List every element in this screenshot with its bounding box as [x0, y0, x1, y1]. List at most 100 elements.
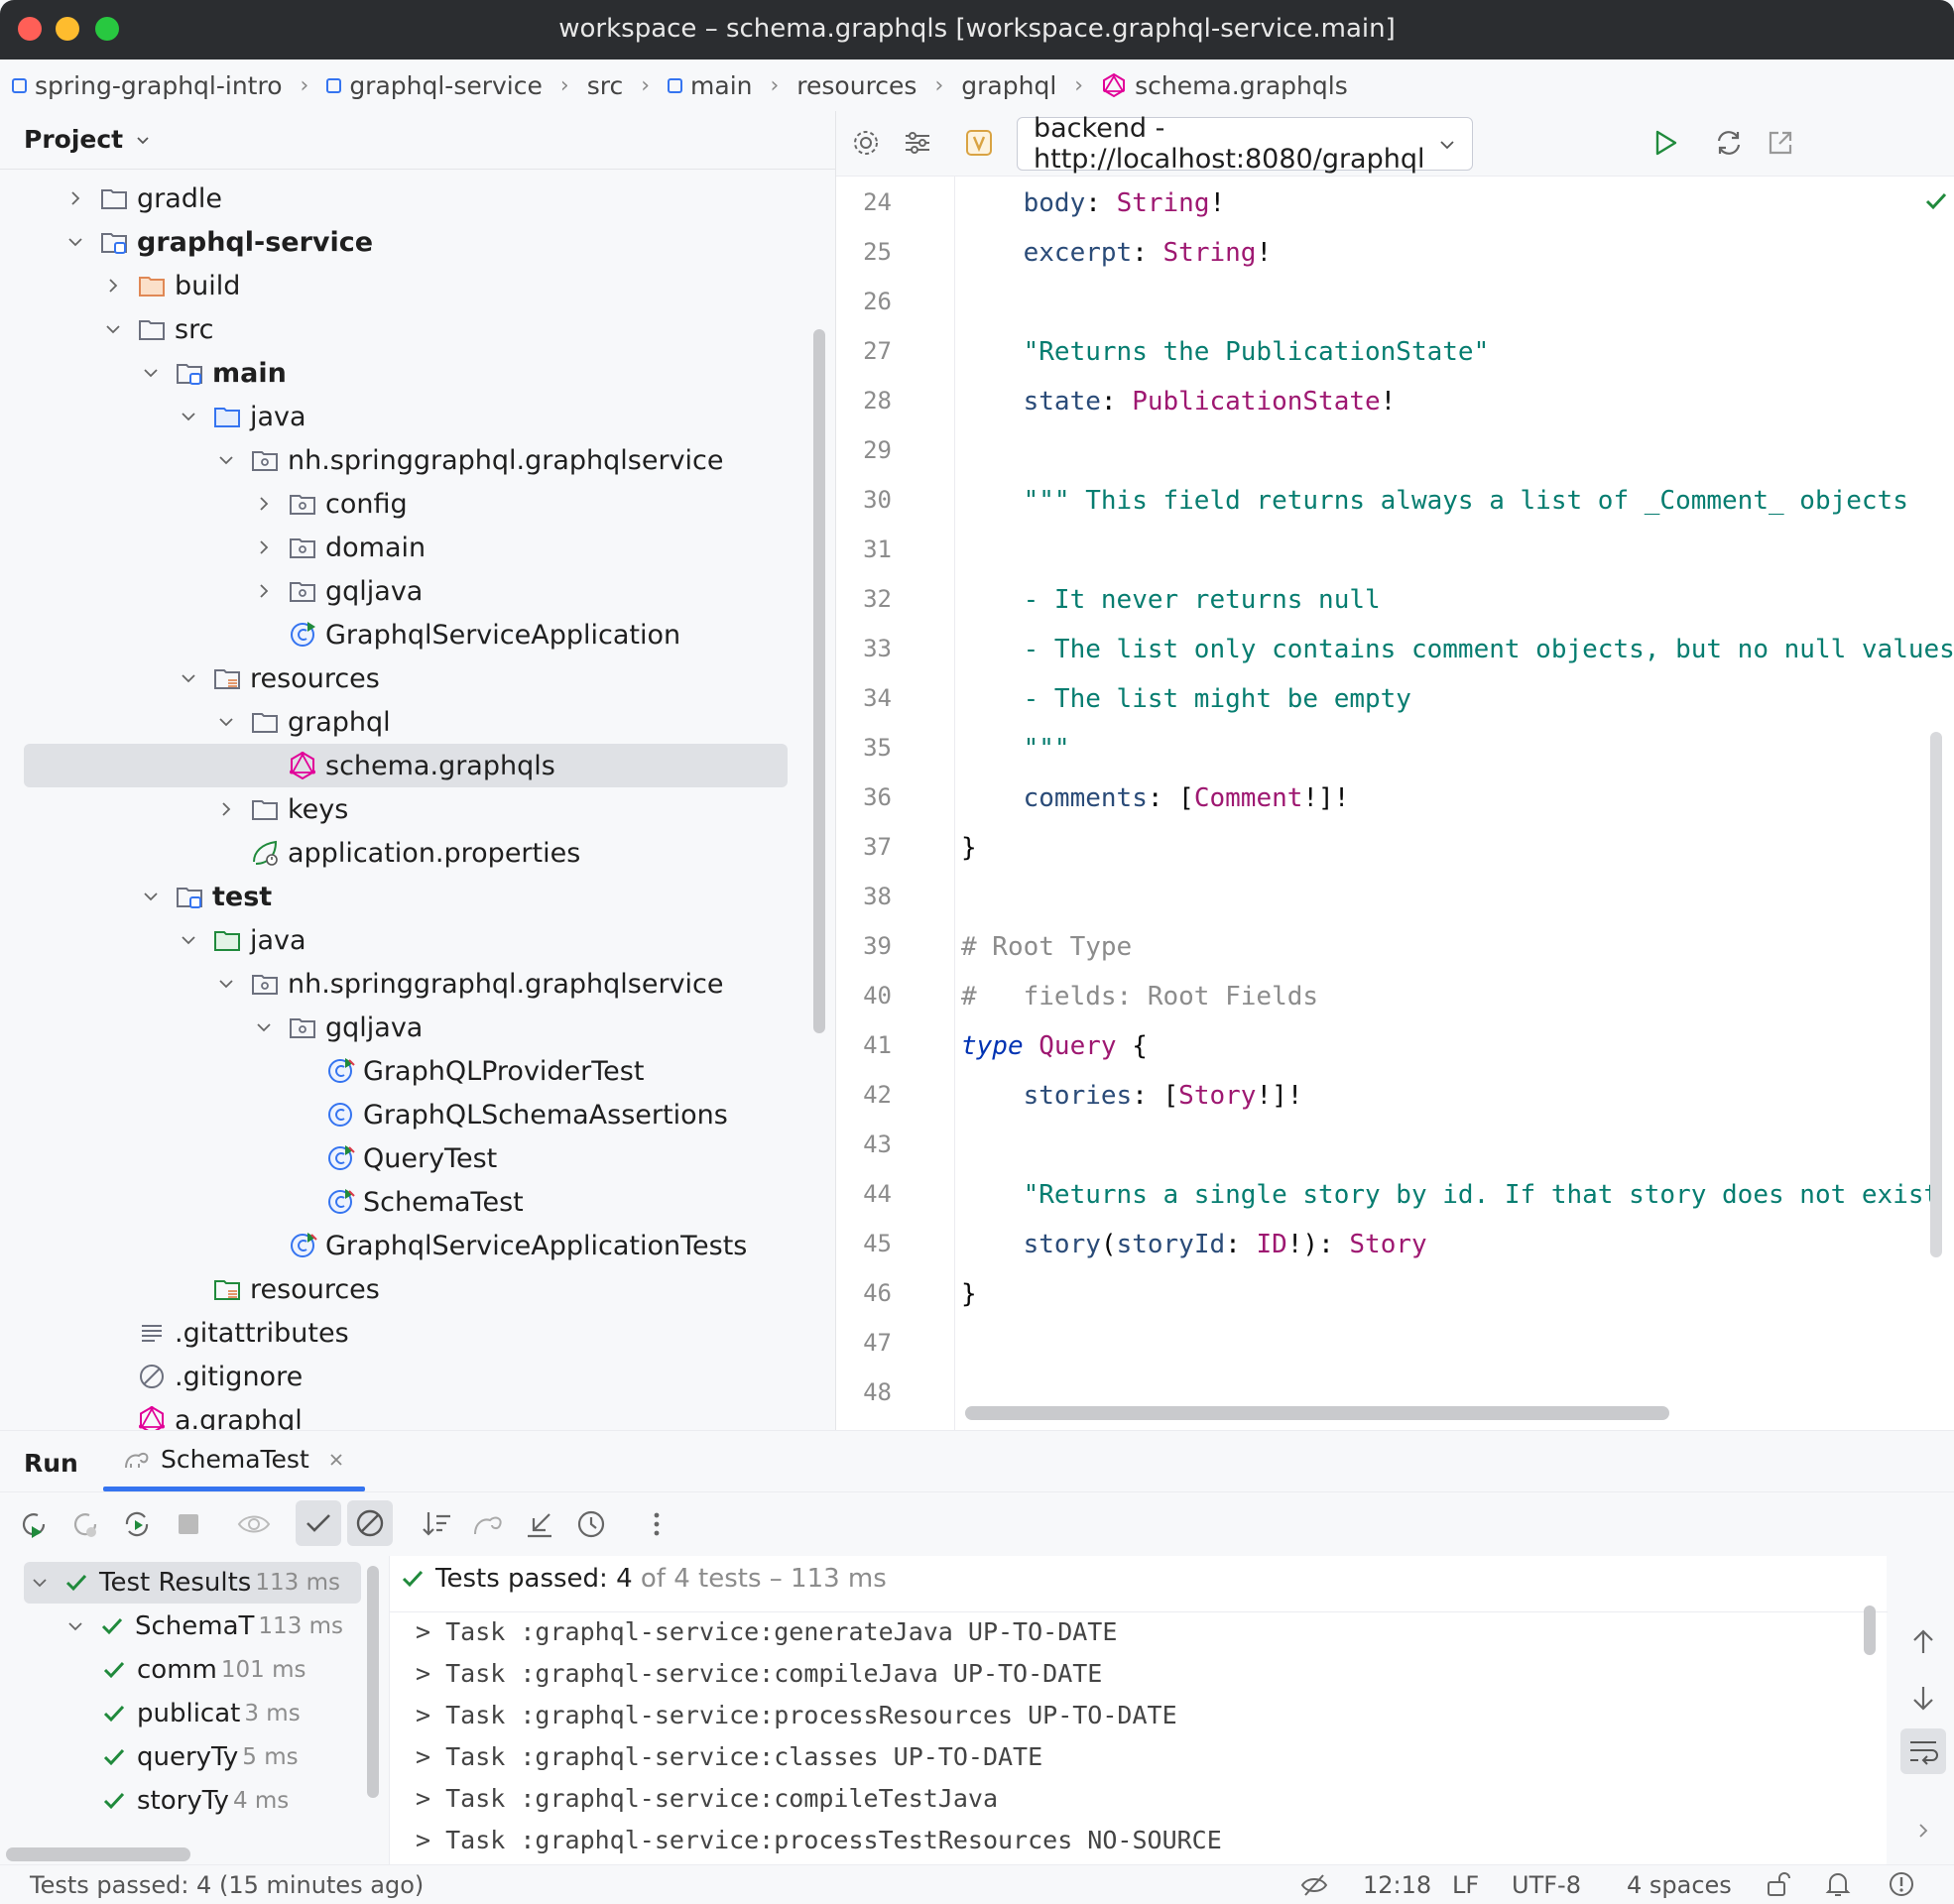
run-query-icon[interactable] — [1649, 127, 1681, 159]
tree-item-main[interactable]: main — [0, 351, 287, 395]
chevron-down-icon[interactable] — [216, 712, 236, 732]
breadcrumb-item[interactable]: main — [668, 71, 752, 100]
status-message[interactable]: Tests passed: 4 (15 minutes ago) — [30, 1871, 424, 1899]
project-view-selector[interactable]: Project — [24, 125, 151, 154]
editor-vertical-scrollbar[interactable] — [1930, 732, 1942, 1257]
tree-item-gitattributes[interactable]: .gitattributes — [0, 1311, 349, 1355]
test-result-test-results[interactable]: Test Results 113 ms — [24, 1562, 361, 1604]
chevron-right-icon[interactable] — [254, 494, 274, 514]
chevron-down-icon[interactable] — [216, 450, 236, 470]
test-result-publicat[interactable]: publicat 3 ms — [24, 1693, 361, 1734]
test-result-queryty[interactable]: queryTy 5 ms — [24, 1736, 361, 1778]
tree-item-graphql[interactable]: graphql — [0, 700, 391, 744]
chevron-right-icon[interactable] — [103, 276, 123, 296]
tree-item-resources[interactable]: resources — [0, 1267, 380, 1311]
endpoint-select[interactable]: backend - http://localhost:8080/graphql — [1017, 113, 1473, 175]
tree-item-gqljava[interactable]: gqljava — [0, 1006, 423, 1049]
tab-schematest[interactable]: SchemaTest — [123, 1445, 345, 1474]
console-output[interactable]: Tests passed: 4 of 4 tests – 113 ms > Ta… — [389, 1556, 1888, 1865]
history-icon[interactable] — [573, 1506, 609, 1542]
results-horizontal-scrollbar[interactable] — [6, 1847, 190, 1861]
file-encoding[interactable]: UTF-8 — [1512, 1871, 1581, 1899]
chevron-down-icon[interactable] — [65, 1616, 85, 1636]
sort-icon[interactable] — [419, 1506, 454, 1542]
scroll-up-arrow-icon[interactable] — [1906, 1625, 1940, 1659]
editor-horizontal-scrollbar[interactable] — [965, 1406, 1669, 1420]
chevron-down-icon[interactable] — [65, 232, 85, 252]
tree-item-gitignore[interactable]: .gitignore — [0, 1355, 303, 1398]
more-options-icon[interactable] — [639, 1506, 674, 1542]
hidden-eye-icon[interactable] — [1299, 1870, 1329, 1900]
chevron-down-icon[interactable] — [216, 974, 236, 994]
chevron-right-icon[interactable] — [216, 799, 236, 819]
chevron-down-icon[interactable] — [254, 1017, 274, 1037]
gear-icon[interactable] — [850, 127, 882, 159]
indent-setting[interactable]: 4 spaces — [1627, 1871, 1732, 1899]
breadcrumb-item[interactable]: graphql — [961, 71, 1056, 100]
tree-item-domain[interactable]: domain — [0, 526, 426, 569]
show-ignored-toggle[interactable] — [347, 1500, 393, 1546]
test-result-schemat[interactable]: SchemaT 113 ms — [24, 1606, 361, 1647]
tree-item-nh-springgraphql-graphqlservice[interactable]: nh.springgraphql.graphqlservice — [0, 438, 724, 482]
tree-item-graphql-service[interactable]: graphql-service — [0, 220, 373, 264]
breadcrumb-item[interactable]: graphql-service — [326, 71, 543, 100]
chevron-down-icon[interactable] — [141, 363, 161, 383]
results-vertical-scrollbar[interactable] — [367, 1566, 379, 1798]
show-passed-toggle[interactable] — [296, 1500, 341, 1546]
breadcrumb-item[interactable]: schema.graphqls — [1101, 71, 1348, 100]
eye-icon[interactable] — [236, 1506, 272, 1542]
tree-item-graphqlprovidertest[interactable]: GraphQLProviderTest — [0, 1049, 644, 1093]
cursor-position[interactable]: 12:18 — [1363, 1871, 1431, 1899]
tree-item-resources[interactable]: resources — [0, 656, 380, 700]
problems-icon[interactable] — [1887, 1869, 1916, 1899]
export-icon[interactable] — [522, 1506, 557, 1542]
tree-item-gradle[interactable]: gradle — [0, 177, 222, 220]
line-separator[interactable]: LF — [1452, 1871, 1479, 1899]
test-result-comm[interactable]: comm 101 ms — [24, 1649, 361, 1691]
tree-item-querytest[interactable]: QueryTest — [0, 1136, 497, 1180]
chevron-right-icon[interactable] — [254, 581, 274, 601]
tree-item-src[interactable]: src — [0, 307, 213, 351]
tree-item-graphqlserviceapplicationtests[interactable]: GraphqlServiceApplicationTests — [0, 1224, 747, 1267]
close-icon[interactable] — [327, 1451, 345, 1469]
chevron-down-icon[interactable] — [179, 930, 198, 950]
console-scrollbar[interactable] — [1864, 1606, 1876, 1655]
tree-item-schematest[interactable]: SchemaTest — [0, 1180, 524, 1224]
refresh-icon[interactable] — [1713, 127, 1745, 159]
tree-item-test[interactable]: test — [0, 875, 272, 918]
stop-icon[interactable] — [171, 1506, 206, 1542]
chevron-right-icon[interactable] — [254, 537, 274, 557]
tree-item-config[interactable]: config — [0, 482, 408, 526]
tree-item-application-properties[interactable]: application.properties — [0, 831, 580, 875]
chevron-right-icon[interactable] — [1914, 1822, 1932, 1840]
chevron-down-icon[interactable] — [103, 319, 123, 339]
chevron-down-icon[interactable] — [179, 407, 198, 426]
breadcrumb-item[interactable]: src — [587, 71, 624, 100]
tree-item-nh-springgraphql-graphqlservice[interactable]: nh.springgraphql.graphqlservice — [0, 962, 724, 1006]
toggle-auto-test-icon[interactable] — [119, 1506, 155, 1542]
import-tests-icon[interactable] — [470, 1506, 506, 1542]
lock-icon[interactable] — [1764, 1869, 1793, 1899]
breadcrumb-item[interactable]: spring-graphql-intro — [12, 71, 283, 100]
tree-item-java[interactable]: java — [0, 395, 306, 438]
tree-item-graphqlschemaassertions[interactable]: GraphQLSchemaAssertions — [0, 1093, 728, 1136]
chevron-down-icon[interactable] — [30, 1573, 50, 1593]
chevron-down-icon[interactable] — [141, 887, 161, 906]
soft-wrap-icon[interactable] — [1900, 1728, 1946, 1774]
breadcrumb-item[interactable]: resources — [796, 71, 916, 100]
variables-icon[interactable] — [965, 129, 993, 157]
settings-sliders-icon[interactable] — [902, 127, 933, 159]
scroll-down-arrow-icon[interactable] — [1906, 1681, 1940, 1715]
project-scrollbar[interactable] — [813, 329, 825, 1033]
test-result-storyty[interactable]: storyTy 4 ms — [24, 1780, 361, 1822]
rerun-failed-icon[interactable] — [67, 1506, 103, 1542]
tree-item-keys[interactable]: keys — [0, 787, 348, 831]
rerun-icon[interactable] — [16, 1506, 52, 1542]
notifications-bell-icon[interactable] — [1823, 1869, 1853, 1899]
chevron-down-icon[interactable] — [179, 668, 198, 688]
tree-item-graphqlserviceapplication[interactable]: GraphqlServiceApplication — [0, 613, 680, 656]
tree-item-build[interactable]: build — [0, 264, 240, 307]
tree-item-schema-graphqls[interactable]: schema.graphqls — [24, 744, 788, 787]
open-external-icon[interactable] — [1765, 127, 1796, 159]
tree-item-java[interactable]: java — [0, 918, 306, 962]
